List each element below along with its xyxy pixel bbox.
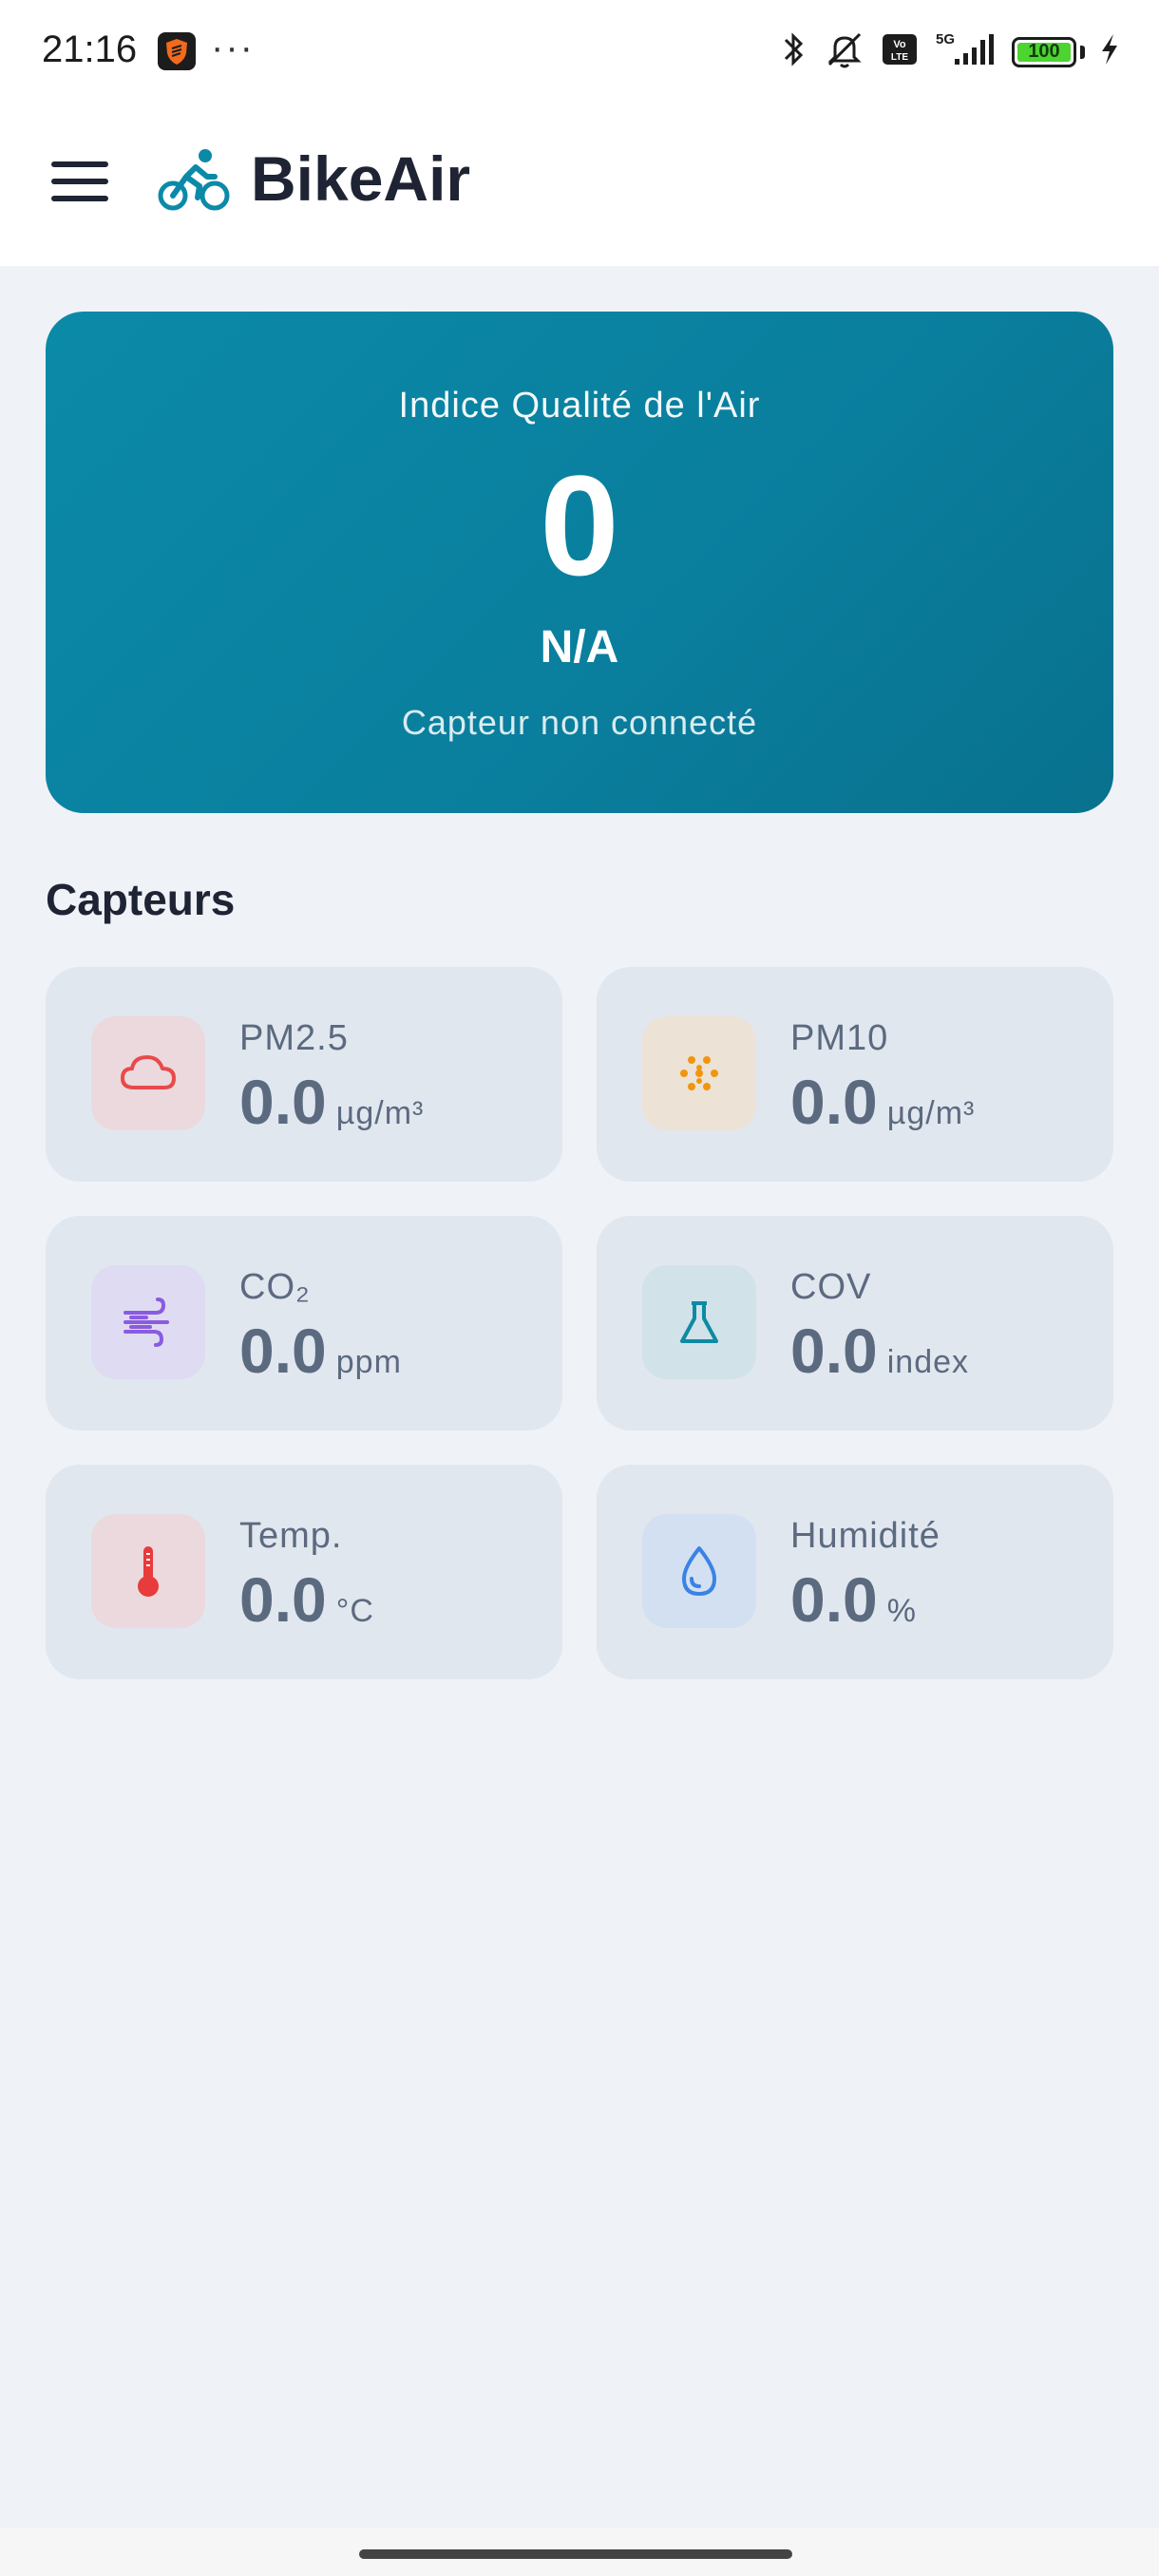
battery-icon: 100 xyxy=(1012,36,1076,67)
wind-icon xyxy=(91,1265,205,1379)
sensor-card-temperature[interactable]: Temp. 0.0 °C xyxy=(46,1465,562,1679)
sensor-value: 0.0 xyxy=(239,1316,327,1386)
sensor-name: PM2.5 xyxy=(239,1018,349,1058)
silent-icon xyxy=(822,28,867,75)
aqi-label: Indice Qualité de l'Air xyxy=(398,386,761,426)
sensor-card-pm25[interactable]: PM2.5 0.0 µg/m³ xyxy=(46,967,562,1182)
sensor-connection-status: Capteur non connecté xyxy=(401,703,758,742)
app-bar: BikeAir xyxy=(0,104,1159,266)
flask-icon xyxy=(642,1265,756,1379)
sensor-unit: index xyxy=(886,1344,970,1380)
sensor-unit: °C xyxy=(335,1593,374,1629)
cloud-icon xyxy=(91,1016,205,1130)
sensor-name: COV xyxy=(790,1267,872,1307)
sensor-value: 0.0 xyxy=(239,1067,327,1137)
sensor-unit: % xyxy=(886,1593,917,1629)
sensor-unit: ppm xyxy=(335,1344,402,1380)
aqi-value: 0 xyxy=(540,445,619,605)
sensor-card-pm10[interactable]: PM10 0.0 µg/m³ xyxy=(597,967,1113,1182)
sensor-name: Temp. xyxy=(239,1516,343,1556)
air-quality-card: Indice Qualité de l'Air 0 N/A Capteur no… xyxy=(46,312,1113,813)
charging-icon xyxy=(1098,30,1121,73)
sensor-value: 0.0 xyxy=(239,1564,327,1635)
sensor-name: Humidité xyxy=(790,1516,940,1556)
svg-text:5G: 5G xyxy=(936,31,955,47)
app-shield-icon xyxy=(158,32,196,70)
sensor-unit: µg/m³ xyxy=(886,1095,976,1131)
droplet-icon xyxy=(642,1514,756,1628)
battery-level: 100 xyxy=(1028,41,1060,62)
menu-button[interactable] xyxy=(48,154,112,217)
volte-icon: Vo LTE xyxy=(881,30,919,73)
sensors-section-title: Capteurs xyxy=(46,875,236,924)
5g-signal-icon: 5G xyxy=(932,28,998,75)
status-time: 21:16 xyxy=(42,28,138,70)
system-icons: Vo LTE 5G 100 xyxy=(778,28,1121,75)
app-title: BikeAir xyxy=(251,143,471,214)
bicycle-rider-icon xyxy=(158,144,230,217)
svg-text:Vo: Vo xyxy=(893,39,906,50)
sensor-value: 0.0 xyxy=(790,1564,878,1635)
hamburger-icon xyxy=(51,161,108,167)
sensor-name: CO₂ xyxy=(239,1267,311,1307)
sensor-card-cov[interactable]: COV 0.0 index xyxy=(597,1216,1113,1430)
thermometer-icon xyxy=(91,1514,205,1628)
status-bar: 21:16 ··· Vo LTE 5G 100 xyxy=(0,0,1159,104)
battery-nub xyxy=(1080,45,1085,59)
sensor-value: 0.0 xyxy=(790,1067,878,1137)
sensor-value: 0.0 xyxy=(790,1316,878,1386)
sensor-card-co2[interactable]: CO₂ 0.0 ppm xyxy=(46,1216,562,1430)
svg-text:LTE: LTE xyxy=(891,52,908,63)
particles-icon xyxy=(642,1016,756,1130)
sensor-name: PM10 xyxy=(790,1018,889,1058)
bluetooth-icon xyxy=(778,28,808,75)
sensor-card-humidity[interactable]: Humidité 0.0% xyxy=(597,1465,1113,1679)
home-indicator[interactable] xyxy=(359,2549,792,2559)
sensor-unit: µg/m³ xyxy=(335,1095,425,1131)
aqi-level: N/A xyxy=(540,622,619,672)
more-notifications-icon: ··· xyxy=(211,27,255,68)
